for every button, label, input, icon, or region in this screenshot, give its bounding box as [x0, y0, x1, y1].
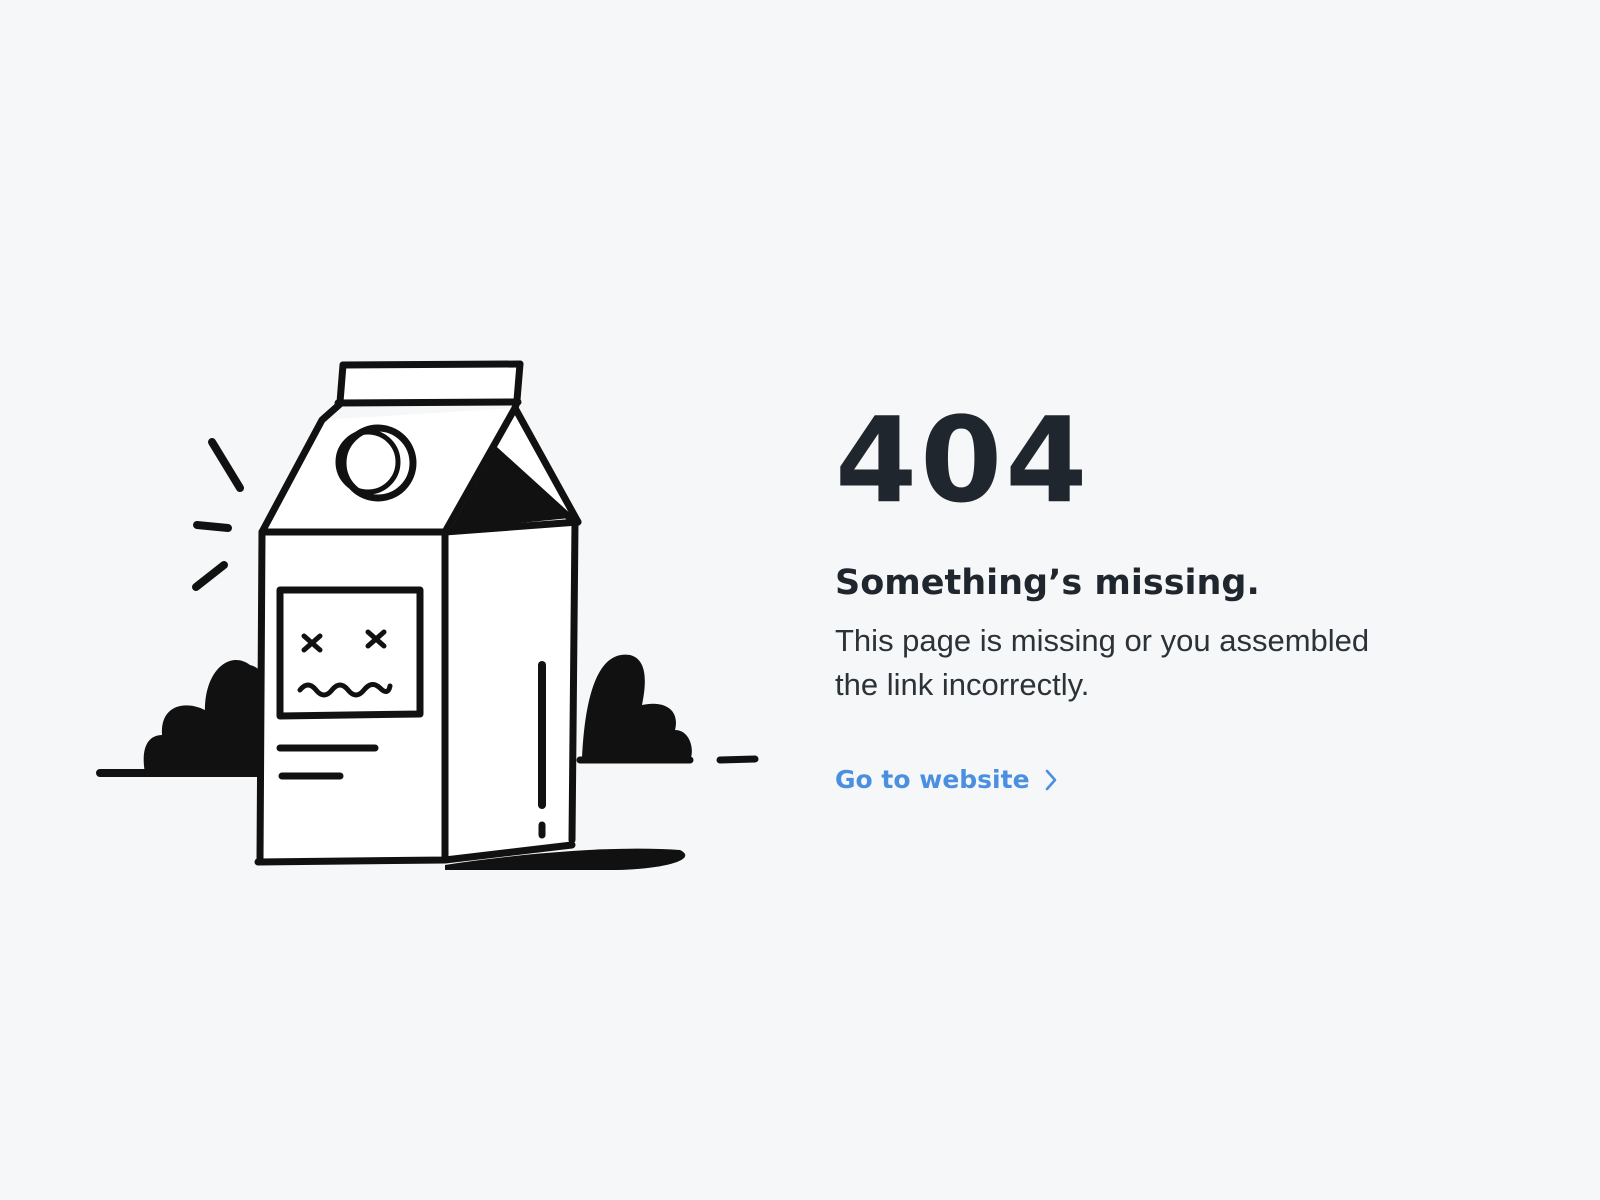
error-headline: Something’s missing. [835, 563, 1260, 603]
go-to-website-link[interactable]: Go to website [835, 765, 1058, 794]
chevron-right-icon [1044, 768, 1058, 792]
error-code: 404 [835, 391, 1091, 529]
sad-milk-carton-illustration [90, 350, 780, 890]
go-to-website-label: Go to website [835, 765, 1030, 794]
not-found-page: 404 Something’s missing. This page is mi… [0, 0, 1600, 1200]
error-content: 404 Something’s missing. This page is mi… [835, 395, 1475, 794]
error-message: This page is missing or you assembled th… [835, 623, 1370, 702]
